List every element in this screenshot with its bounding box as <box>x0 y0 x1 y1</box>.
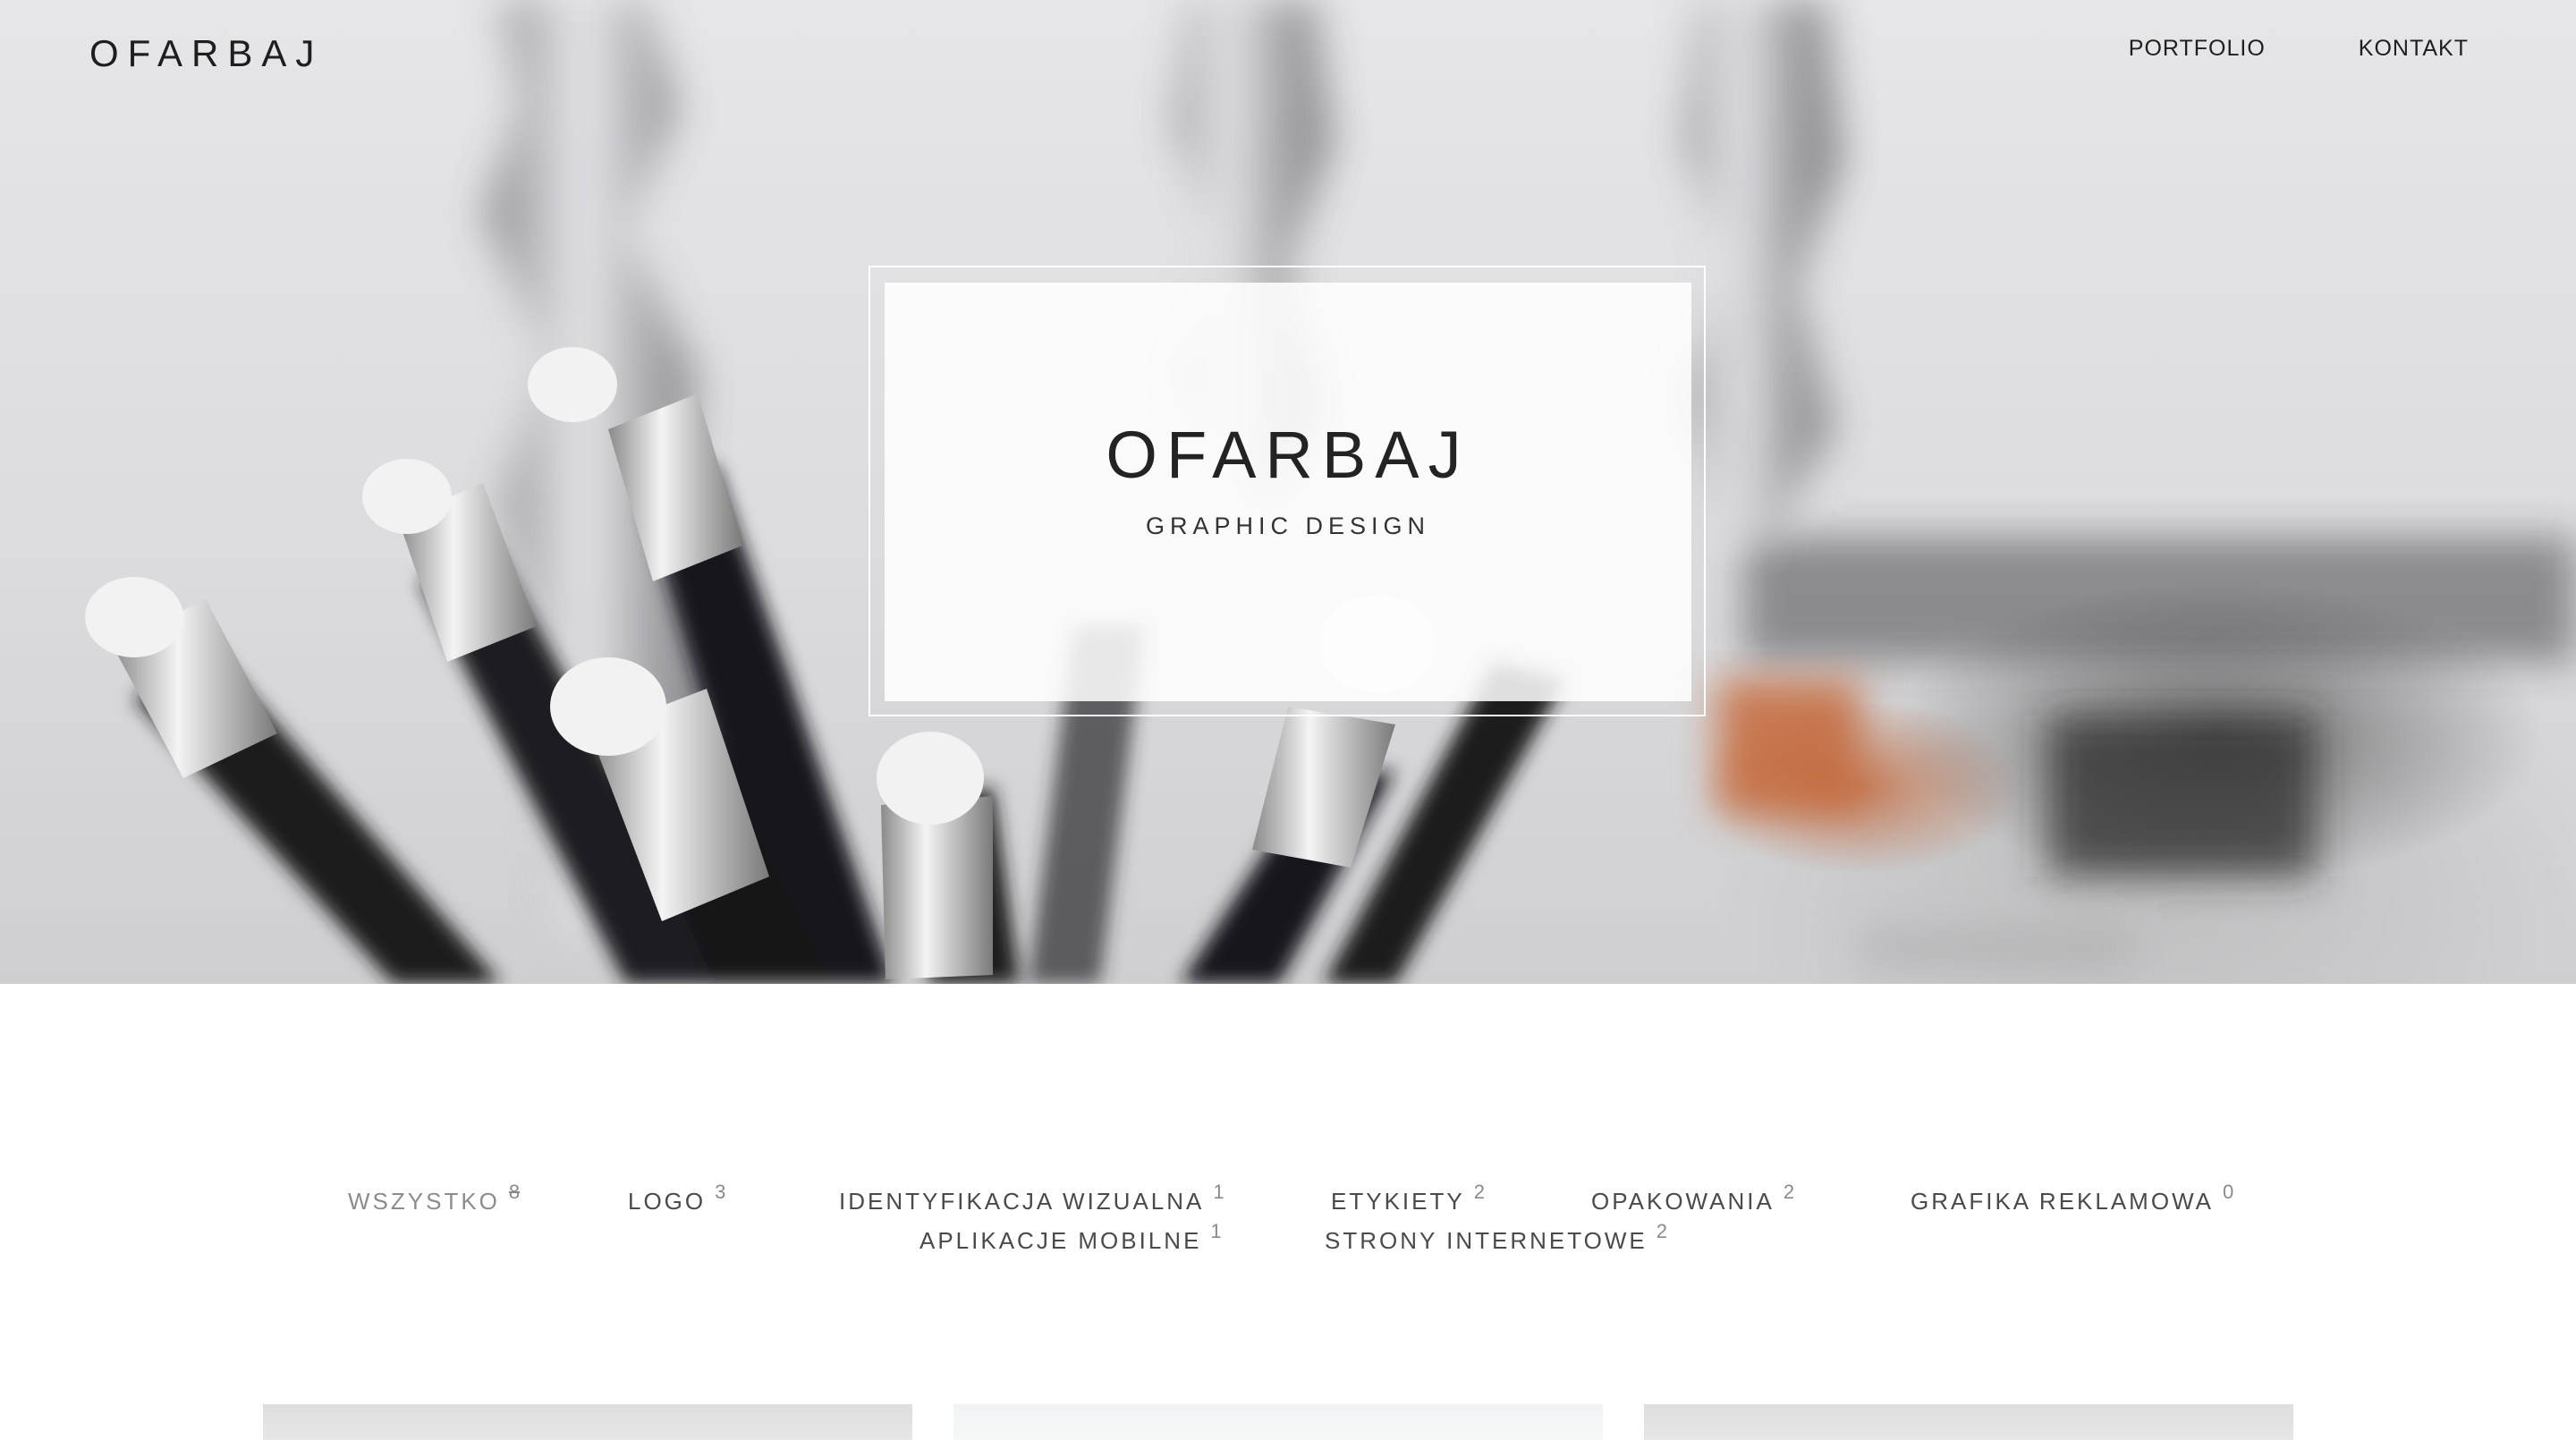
filter-count: 2 <box>1473 1181 1485 1203</box>
filter-label: ETYKIETY <box>1331 1188 1465 1215</box>
main-nav: PORTFOLIO KONTAKT <box>2129 36 2469 62</box>
site-logo[interactable]: OFARBAJ <box>89 32 323 75</box>
filter-label: WSZYSTKO <box>348 1188 500 1215</box>
filter-count: 1 <box>1210 1220 1222 1242</box>
portfolio-item[interactable] <box>953 1404 1603 1440</box>
filter-count: 0 <box>2222 1181 2234 1203</box>
hero-banner: OFARBAJ PORTFOLIO KONTAKT OFARBAJ GRAPHI… <box>0 0 2576 984</box>
filter-strony-internetowe[interactable]: STRONY INTERNETOWE 2 <box>1325 1220 1667 1255</box>
hero-subtitle: GRAPHIC DESIGN <box>1145 512 1431 539</box>
filter-wszystko[interactable]: WSZYSTKO 8 <box>348 1181 520 1216</box>
filter-count: 2 <box>1783 1181 1795 1203</box>
filter-label: LOGO <box>628 1188 707 1215</box>
filter-row-2: APLIKACJE MOBILNE 1 STRONY INTERNETOWE 2 <box>0 1220 2576 1259</box>
hero-title: OFARBAJ <box>1106 418 1470 492</box>
nav-link-kontakt[interactable]: KONTAKT <box>2359 36 2469 62</box>
filter-count: 3 <box>715 1181 726 1203</box>
filter-count: 8 <box>508 1181 521 1203</box>
portfolio-item[interactable] <box>263 1404 912 1440</box>
filter-etykiety[interactable]: ETYKIETY 2 <box>1331 1181 1485 1216</box>
portfolio-filters: WSZYSTKO 8 LOGO 3 IDENTYFIKACJA WIZUALNA 1 … <box>0 1181 2576 1259</box>
filter-label: GRAFIKA REKLAMOWA <box>1911 1188 2214 1215</box>
hero-card: OFARBAJ GRAPHIC DESIGN <box>885 283 1691 701</box>
filter-row-1: WSZYSTKO 8 LOGO 3 IDENTYFIKACJA WIZUALNA 1 … <box>0 1181 2576 1220</box>
filter-logo[interactable]: LOGO 3 <box>628 1181 725 1216</box>
filter-label: OPAKOWANIA <box>1591 1188 1775 1215</box>
nav-link-portfolio[interactable]: PORTFOLIO <box>2129 36 2266 62</box>
filter-aplikacje-mobilne[interactable]: APLIKACJE MOBILNE 1 <box>919 1220 1222 1255</box>
filter-count: 1 <box>1213 1181 1224 1203</box>
filter-label: IDENTYFIKACJA WIZUALNA <box>839 1188 1205 1215</box>
filter-identyfikacja-wizualna[interactable]: IDENTYFIKACJA WIZUALNA 1 <box>839 1181 1224 1216</box>
filter-opakowania[interactable]: OPAKOWANIA 2 <box>1591 1181 1794 1216</box>
filter-label: APLIKACJE MOBILNE <box>919 1227 1202 1254</box>
filter-count: 2 <box>1656 1220 1667 1242</box>
filter-grafika-reklamowa[interactable]: GRAFIKA REKLAMOWA 0 <box>1911 1181 2233 1216</box>
filter-label: STRONY INTERNETOWE <box>1325 1227 1648 1254</box>
portfolio-item[interactable] <box>1644 1404 2293 1440</box>
